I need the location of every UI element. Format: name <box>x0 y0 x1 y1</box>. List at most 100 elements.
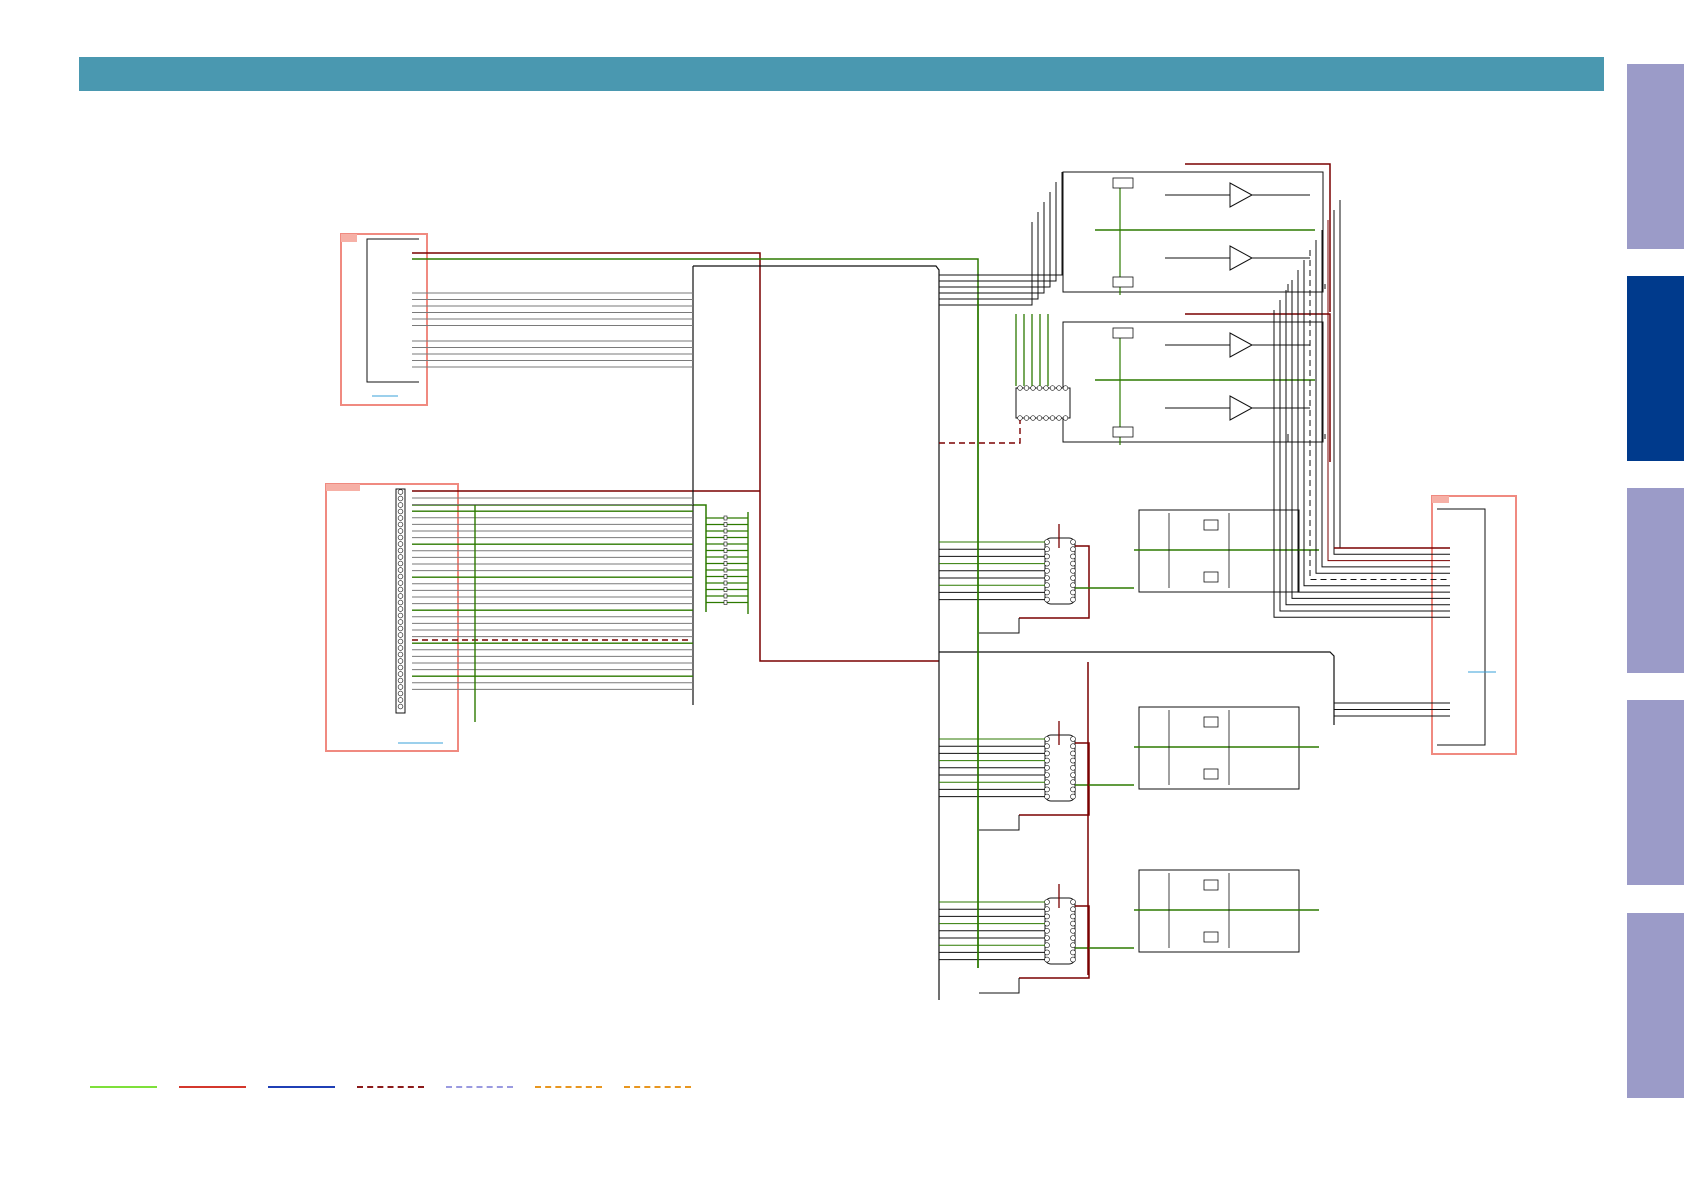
ic-pin <box>1070 913 1076 920</box>
label-box <box>1112 426 1134 438</box>
connector-pin <box>397 664 404 671</box>
schematic-diagram <box>325 163 1517 1000</box>
ic-pin <box>1056 415 1062 421</box>
power-wire <box>939 420 1021 444</box>
ic-blocks <box>939 300 1319 994</box>
bus-wire <box>1285 290 1450 606</box>
ic-pin <box>1044 764 1050 771</box>
ic-pin <box>1044 786 1050 793</box>
ic-pin <box>1070 899 1076 905</box>
signal-bundle <box>412 292 749 722</box>
legend-swatch <box>357 1086 424 1088</box>
signal-wire <box>939 192 1051 288</box>
ic-pin <box>1044 757 1050 764</box>
wire-legend <box>90 1082 710 1094</box>
ic-pin <box>1044 546 1050 553</box>
connector-pin <box>397 593 404 599</box>
ic-pin <box>1030 415 1036 421</box>
connector-pin <box>397 684 404 690</box>
ic-pin <box>1044 589 1050 596</box>
ic-pin <box>1070 942 1076 949</box>
ic-pin <box>1070 949 1076 956</box>
bus-wire <box>1309 250 1450 580</box>
connector-pin <box>397 703 404 710</box>
signal-wire <box>939 202 1045 294</box>
ic-pin <box>1017 415 1023 421</box>
ic-pin <box>1044 906 1050 913</box>
connector-pin <box>397 554 404 560</box>
legend-swatch <box>535 1086 602 1088</box>
ic-pin <box>1030 385 1036 391</box>
ic-pin <box>1043 415 1049 421</box>
connector-pin <box>397 697 404 703</box>
power-wire <box>1185 313 1331 462</box>
connector-pin <box>397 651 404 658</box>
connector-pin <box>397 528 404 534</box>
ic-pin <box>1070 743 1076 750</box>
ic-pin <box>1044 553 1050 560</box>
connector-pin <box>397 547 404 554</box>
opamp-symbol <box>1229 182 1254 208</box>
capacitor <box>723 574 728 579</box>
connector-pin <box>397 521 404 528</box>
ic-pin <box>1070 546 1076 553</box>
ic-pin <box>1017 385 1023 391</box>
connector-pin <box>397 580 404 586</box>
ic-pin <box>1070 757 1076 764</box>
ic-pin <box>1044 949 1050 956</box>
capacitor <box>723 600 728 605</box>
connector-c <box>1431 495 1517 755</box>
capacitor <box>723 522 728 527</box>
connector-pin <box>397 599 404 606</box>
bus-wire <box>1273 310 1450 618</box>
ic-pin <box>1044 743 1050 750</box>
connector-pin <box>397 632 404 638</box>
dashed-frame <box>1287 284 1326 293</box>
ic-pin <box>1070 920 1076 927</box>
opamp-symbol <box>1229 332 1254 358</box>
connector-pin <box>397 495 404 502</box>
ic-pin <box>1070 575 1076 581</box>
connector-pin <box>397 502 404 508</box>
ic-pin <box>1043 385 1049 391</box>
opamp-symbol <box>1229 245 1254 271</box>
opamp-blocks <box>939 163 1331 462</box>
ic-pin <box>1062 415 1069 421</box>
capacitor <box>723 548 728 553</box>
connector-pin <box>397 489 404 495</box>
label-box <box>1112 177 1134 189</box>
connector-pin <box>397 677 404 684</box>
bus-wire <box>1321 230 1450 568</box>
connector-pin <box>397 534 404 541</box>
capacitor <box>723 515 728 521</box>
connector-pin <box>397 619 404 625</box>
bus-wire <box>1297 270 1450 593</box>
bus-wire <box>1303 260 1450 587</box>
connector-pin <box>397 645 404 651</box>
connector-pin <box>397 638 404 645</box>
label-box <box>1203 931 1219 943</box>
ic-pin <box>1044 575 1050 581</box>
ic-pin <box>1070 596 1076 603</box>
ic-pin <box>1044 596 1050 603</box>
connector-pin <box>397 658 404 664</box>
ic-pin <box>1070 553 1076 560</box>
connector-pin <box>397 515 404 521</box>
ic-pin <box>1070 927 1076 934</box>
ic-pin <box>1070 956 1076 963</box>
capacitor <box>723 587 728 592</box>
ic-pin <box>1044 736 1050 742</box>
power-wire <box>1185 163 1331 312</box>
ic-pin <box>1044 956 1050 963</box>
ic-pin <box>1070 779 1076 786</box>
opamp-frame <box>1062 171 1324 293</box>
capacitor <box>723 554 728 560</box>
connector-pin <box>397 508 404 515</box>
ic-pin <box>1044 913 1050 920</box>
connector-pin <box>397 567 404 573</box>
capacitor <box>723 567 728 573</box>
ic-pin <box>1044 772 1050 778</box>
bus-wire <box>1279 300 1450 612</box>
ic-pin <box>1070 736 1076 742</box>
ic-pin <box>1044 567 1050 574</box>
